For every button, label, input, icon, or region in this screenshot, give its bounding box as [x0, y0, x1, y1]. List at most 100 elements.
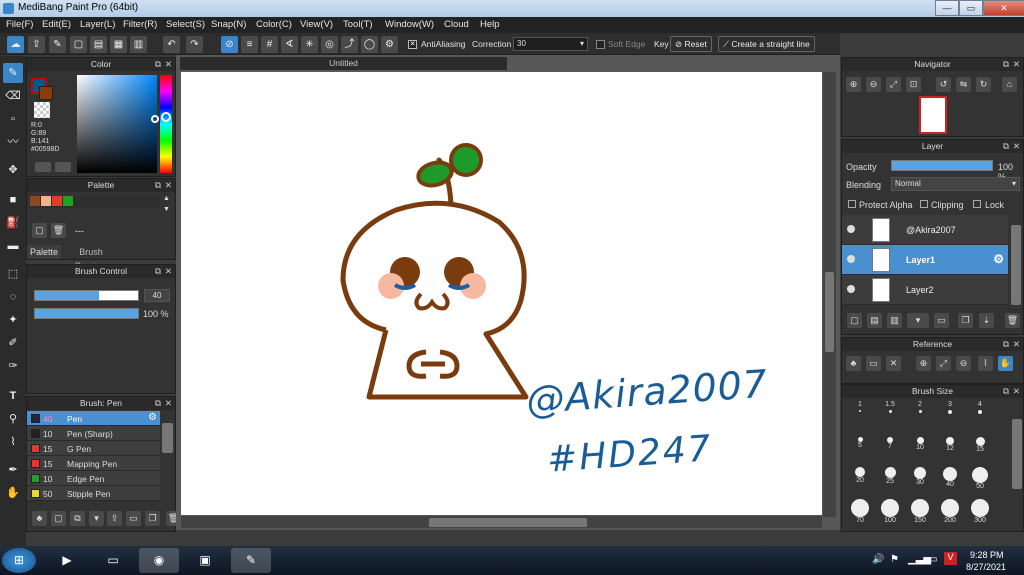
brush-size-option[interactable]: 4 — [965, 401, 995, 414]
menu-view[interactable]: View(V) — [300, 19, 333, 30]
create-straight-line-button[interactable]: ⟋ Create a straight line — [718, 36, 815, 52]
brush-size-option[interactable]: 7 — [875, 433, 905, 450]
brush-size-option[interactable]: 30 — [905, 465, 935, 486]
save-icon[interactable]: ▤ — [90, 36, 107, 53]
magic-wand-icon[interactable]: ✦ — [3, 310, 23, 330]
brush-opacity-slider[interactable] — [34, 308, 139, 319]
reference-close-icon[interactable]: ✕ — [886, 356, 901, 371]
undo-icon[interactable]: ↶ — [163, 36, 180, 53]
tab-brush-preview[interactable]: Brush Preview — [62, 245, 120, 271]
brush-size-option[interactable]: 25 — [875, 465, 905, 485]
brush-item[interactable]: 10 Edge Pen — [27, 471, 160, 486]
undock-icon[interactable]: ⧉ — [155, 58, 161, 71]
delete-palette-icon[interactable]: 🗑 — [51, 223, 66, 238]
protect-alpha-checkbox[interactable] — [848, 200, 856, 208]
monitor-icon[interactable]: ▭ — [928, 554, 937, 565]
actual-size-icon[interactable]: ⊡ — [906, 77, 921, 92]
fit-icon[interactable]: ⤢ — [886, 77, 901, 92]
clipping-checkbox[interactable] — [920, 200, 928, 208]
new-palette-icon[interactable]: ▢ — [32, 223, 47, 238]
brush-size-option[interactable]: 20 — [845, 465, 875, 484]
menu-color[interactable]: Color(C) — [256, 19, 292, 30]
document-tab[interactable]: Untitled — [180, 57, 507, 70]
brush-item[interactable]: 15 G Pen — [27, 441, 160, 456]
layer-row[interactable]: @Akira2007 — [842, 215, 1008, 245]
vertical-scroll-thumb[interactable] — [825, 272, 834, 352]
fill-rect-icon[interactable]: ■ — [3, 190, 23, 210]
comment-icon[interactable]: ✎ — [49, 36, 66, 53]
reference-hand-icon[interactable]: ✋ — [998, 356, 1013, 371]
parallel-snap-icon[interactable]: ≡ — [241, 36, 258, 53]
layer-row[interactable]: Layer2 — [842, 275, 1008, 305]
close-icon[interactable]: ✕ — [1013, 385, 1020, 398]
brush-size-option[interactable]: 3 — [935, 401, 965, 414]
chrome-icon[interactable]: ◉ — [139, 548, 179, 573]
flip-icon[interactable]: ⇋ — [956, 77, 971, 92]
brush-item[interactable]: 15 Mapping Pen — [27, 456, 160, 471]
delete-layer-icon[interactable]: 🗑 — [1005, 313, 1020, 328]
volume-icon[interactable]: 🔊 — [872, 554, 884, 565]
move-tool-icon[interactable]: ✥ — [3, 160, 23, 180]
close-icon[interactable]: ✕ — [1013, 140, 1020, 153]
eye-icon[interactable] — [847, 225, 855, 233]
brush-size-option[interactable]: 150 — [905, 497, 935, 524]
sub-color-swatch[interactable] — [39, 86, 53, 100]
brush-list-scrollbar[interactable] — [162, 423, 173, 453]
navigator-preview[interactable] — [919, 96, 947, 134]
palette-swatch[interactable] — [63, 196, 73, 206]
brush-size-option[interactable]: 5 — [845, 433, 875, 449]
menu-help[interactable]: Help — [480, 19, 500, 30]
ellipse-snap-icon[interactable]: ◯ — [361, 36, 378, 53]
transparent-color-swatch[interactable] — [34, 102, 50, 118]
text-tool-icon[interactable]: T — [3, 386, 23, 406]
divide-tool-icon[interactable]: ⚲ — [3, 409, 23, 429]
brush-item[interactable]: 50 Stipple Pen — [27, 486, 160, 501]
tab-palette[interactable]: Palette — [27, 245, 61, 259]
menu-snap[interactable]: Snap(N) — [211, 19, 246, 30]
saturation-value-picker[interactable] — [77, 75, 157, 173]
duplicate-layer-icon[interactable]: ❐ — [958, 313, 973, 328]
reference-zoom-out-icon[interactable]: ⊖ — [956, 356, 971, 371]
paint-app-icon[interactable]: ▣ — [185, 548, 225, 573]
close-icon[interactable]: ✕ — [165, 265, 172, 278]
close-icon[interactable]: ✕ — [165, 397, 172, 410]
grid-snap-icon[interactable]: # — [261, 36, 278, 53]
brush-size-scrollbar[interactable] — [1012, 419, 1022, 489]
undock-icon[interactable]: ⧉ — [1003, 58, 1009, 71]
brush-size-slider[interactable] — [34, 290, 139, 301]
close-icon[interactable]: ✕ — [165, 179, 172, 192]
brush-copy-icon[interactable]: ⧉ — [70, 511, 85, 526]
pen-tool-icon[interactable]: ✒ — [3, 460, 23, 480]
menu-file[interactable]: File(F) — [6, 19, 33, 30]
snap-settings-icon[interactable]: ⚙ — [381, 36, 398, 53]
brush-duplicate-icon[interactable]: ❐ — [145, 511, 160, 526]
reference-open-icon[interactable]: ▭ — [866, 356, 881, 371]
radial-snap-icon[interactable]: ✳ — [301, 36, 318, 53]
zoom-in-icon[interactable]: ⊕ — [846, 77, 861, 92]
brush-size-option[interactable]: 1 — [845, 401, 875, 412]
eraser-tool-icon[interactable]: ⌫ — [3, 86, 23, 106]
eye-icon[interactable] — [847, 285, 855, 293]
brush-item[interactable]: 10 Pen (Sharp) — [27, 426, 160, 441]
brush-size-option[interactable]: 2 — [905, 401, 935, 413]
add-brush-icon[interactable]: ♣ — [32, 511, 47, 526]
brush-size-value[interactable]: 40 — [144, 289, 170, 302]
brush-size-option[interactable]: 200 — [935, 497, 965, 524]
new-layer-icon[interactable]: ▢ — [847, 313, 862, 328]
menu-tool[interactable]: Tool(T) — [343, 19, 373, 30]
layer-row-selected[interactable]: Layer1 ⚙ — [842, 245, 1008, 275]
palette-swatch[interactable] — [52, 196, 62, 206]
brush-size-option[interactable]: 300 — [965, 497, 995, 524]
undock-icon[interactable]: ⧉ — [1003, 385, 1009, 398]
eyedropper-icon[interactable]: ⌇ — [3, 432, 23, 452]
brush-folder-icon[interactable]: ▭ — [126, 511, 141, 526]
brush-size-option[interactable]: 50 — [965, 465, 995, 490]
rotate-left-icon[interactable]: ↺ — [936, 77, 951, 92]
brush-size-option[interactable]: 12 — [935, 433, 965, 452]
zoom-out-icon[interactable]: ⊖ — [866, 77, 881, 92]
brush-tool-icon[interactable]: ✎ — [3, 63, 23, 83]
sv-handle[interactable] — [151, 115, 159, 123]
close-icon[interactable]: ✕ — [1013, 338, 1020, 351]
brush-size-option[interactable]: 100 — [875, 497, 905, 524]
brush-menu-icon[interactable]: ▾ — [89, 511, 104, 526]
